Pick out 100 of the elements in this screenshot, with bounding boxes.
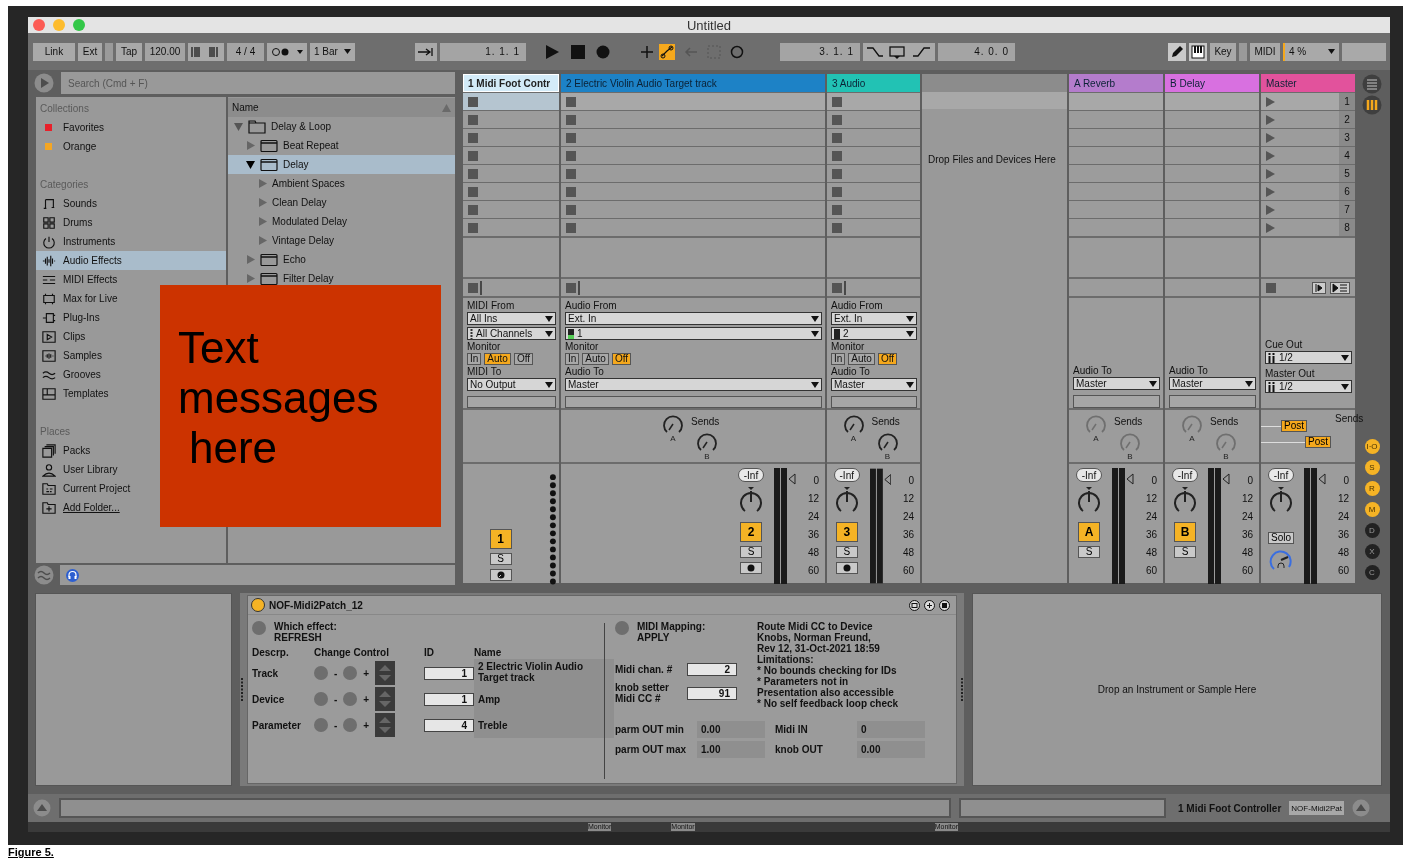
sidebar-item[interactable]: Max for Live [36,289,124,308]
position-field[interactable]: 1. 1. 1 [440,42,526,61]
track-header[interactable]: 1 Midi Foot Contr [463,74,559,92]
monitor-button[interactable]: In [565,353,580,365]
clip-slot[interactable] [827,164,920,182]
link-button[interactable]: Link [33,42,75,61]
clip-slot[interactable] [561,110,825,128]
track-activator-button[interactable]: 1 [489,529,512,549]
decrement-button[interactable] [314,718,328,732]
plus-icon[interactable] [640,44,654,59]
save-icon[interactable] [939,599,950,611]
clip-slot[interactable] [827,110,920,128]
track-activator-button[interactable]: A [1078,522,1100,542]
groove-toggle-icon[interactable] [34,565,54,585]
clip-stop-icon[interactable] [566,186,576,197]
stepper-icon[interactable] [375,661,396,685]
clip-stop-icon[interactable] [566,132,576,143]
volume-field[interactable]: -Inf [1267,468,1295,482]
column-header[interactable]: Name [228,98,455,117]
tree-row[interactable]: Beat Repeat [228,136,455,155]
output-dropdown[interactable]: Master [831,378,917,391]
collapsed-arrow-icon[interactable] [246,274,255,283]
cpu-load-meter[interactable]: 4 % [1283,42,1339,61]
master-out-dropdown[interactable]: 1/2 [1265,380,1352,393]
midi-channel-field[interactable]: 2 [687,662,737,676]
clip-stop-icon[interactable] [832,96,842,107]
sidebar-item[interactable]: Audio Effects [36,251,226,270]
scene-slot[interactable]: 1 [1261,92,1355,110]
track-header[interactable]: Master [1261,74,1355,92]
tempo-field[interactable]: 120.00 [145,42,185,61]
collapsed-arrow-icon[interactable] [258,236,267,245]
output-channel-field[interactable] [831,396,917,408]
insert-icon[interactable] [1312,281,1326,294]
channel-dropdown[interactable]: 2 [831,327,917,340]
midi-cc-field[interactable]: 91 [687,686,737,700]
output-dropdown[interactable]: Master [565,378,822,391]
clip-slot[interactable] [561,182,825,200]
scene-launch-icon[interactable] [1266,96,1275,107]
pan-knob-icon[interactable] [1076,486,1102,514]
clip-stop-icon[interactable] [468,204,478,215]
nudge-icon[interactable] [188,42,224,61]
cue-volume-knob-icon[interactable] [1268,548,1294,572]
stop-all-icon[interactable] [1266,282,1276,293]
loop-start-field[interactable]: 3. 1. 1 [780,42,860,61]
scene-launch-icon[interactable] [1266,222,1275,233]
clip-slot[interactable] [561,128,825,146]
automation-arm-icon[interactable] [659,43,675,60]
track-activator-button[interactable]: 2 [740,522,762,542]
output-channel-field[interactable] [467,396,556,408]
clip-stop-icon[interactable] [468,150,478,161]
clip-slot[interactable] [827,92,920,110]
input-dropdown[interactable]: All Ins [467,312,556,325]
tree-row[interactable]: Delay & Loop [228,117,455,136]
midi-map-button[interactable]: MIDI [1250,42,1280,61]
clip-stop-icon[interactable] [566,168,576,179]
clip-slot[interactable] [827,128,920,146]
selected-device-name[interactable]: NOF-Midi2Pat [1289,801,1344,815]
clip-stop-icon[interactable] [468,186,478,197]
clip-stop-icon[interactable] [832,186,842,197]
clip-slot[interactable] [561,92,825,110]
clip-slot[interactable] [561,218,825,236]
back-arrow-icon[interactable] [684,44,698,59]
scene-slot[interactable]: 3 [1261,128,1355,146]
scene-slot[interactable]: 2 [1261,110,1355,128]
view-toggle-button[interactable]: S [1364,460,1380,475]
send-knob-icon[interactable] [875,431,900,453]
view-toggle-button[interactable]: D [1364,523,1380,538]
clip-stop-icon[interactable] [468,96,478,107]
sidebar-item[interactable]: Packs [36,441,97,460]
sidebar-item[interactable]: Add Folder... [36,498,126,517]
volume-field[interactable]: -Inf [1171,468,1199,482]
cue-out-dropdown[interactable]: 1/2 [1265,351,1352,364]
clip-slot[interactable] [1165,92,1259,110]
clip-stop-icon[interactable] [566,204,576,215]
device-activator-button[interactable] [251,598,265,612]
post-button[interactable]: Post [1281,420,1307,432]
zoom-button[interactable] [73,19,85,31]
view-toggle-button[interactable]: X [1364,544,1380,559]
collapsed-arrow-icon[interactable] [258,179,267,188]
track-header[interactable]: 3 Audio [827,74,920,92]
track-header[interactable]: 2 Electric Violin Audio Target track [561,74,825,92]
clip-slot[interactable] [827,218,920,236]
post-button[interactable]: Post [1305,436,1331,448]
sidebar-item[interactable]: Sounds [36,194,103,213]
menu-icon[interactable] [1362,74,1382,94]
sidebar-item[interactable]: Current Project [36,479,137,498]
solo-button[interactable]: S [1174,546,1196,558]
clip-stop-icon[interactable] [468,168,478,179]
scene-launch-icon[interactable] [1266,150,1275,161]
clip-slot[interactable] [463,110,559,128]
scene-launch-icon[interactable] [1266,132,1275,143]
input-dropdown[interactable]: Ext. In [831,312,917,325]
clip-stop-icon[interactable] [566,96,576,107]
output-dropdown[interactable]: No Output [467,378,556,391]
clip-slot[interactable] [463,218,559,236]
clip-view-toggle-icon[interactable] [1362,95,1382,115]
channel-dropdown[interactable]: 1 [565,327,822,340]
clip-stop-icon[interactable] [832,222,842,233]
clip-slot[interactable] [827,146,920,164]
clip-slot[interactable] [561,164,825,182]
